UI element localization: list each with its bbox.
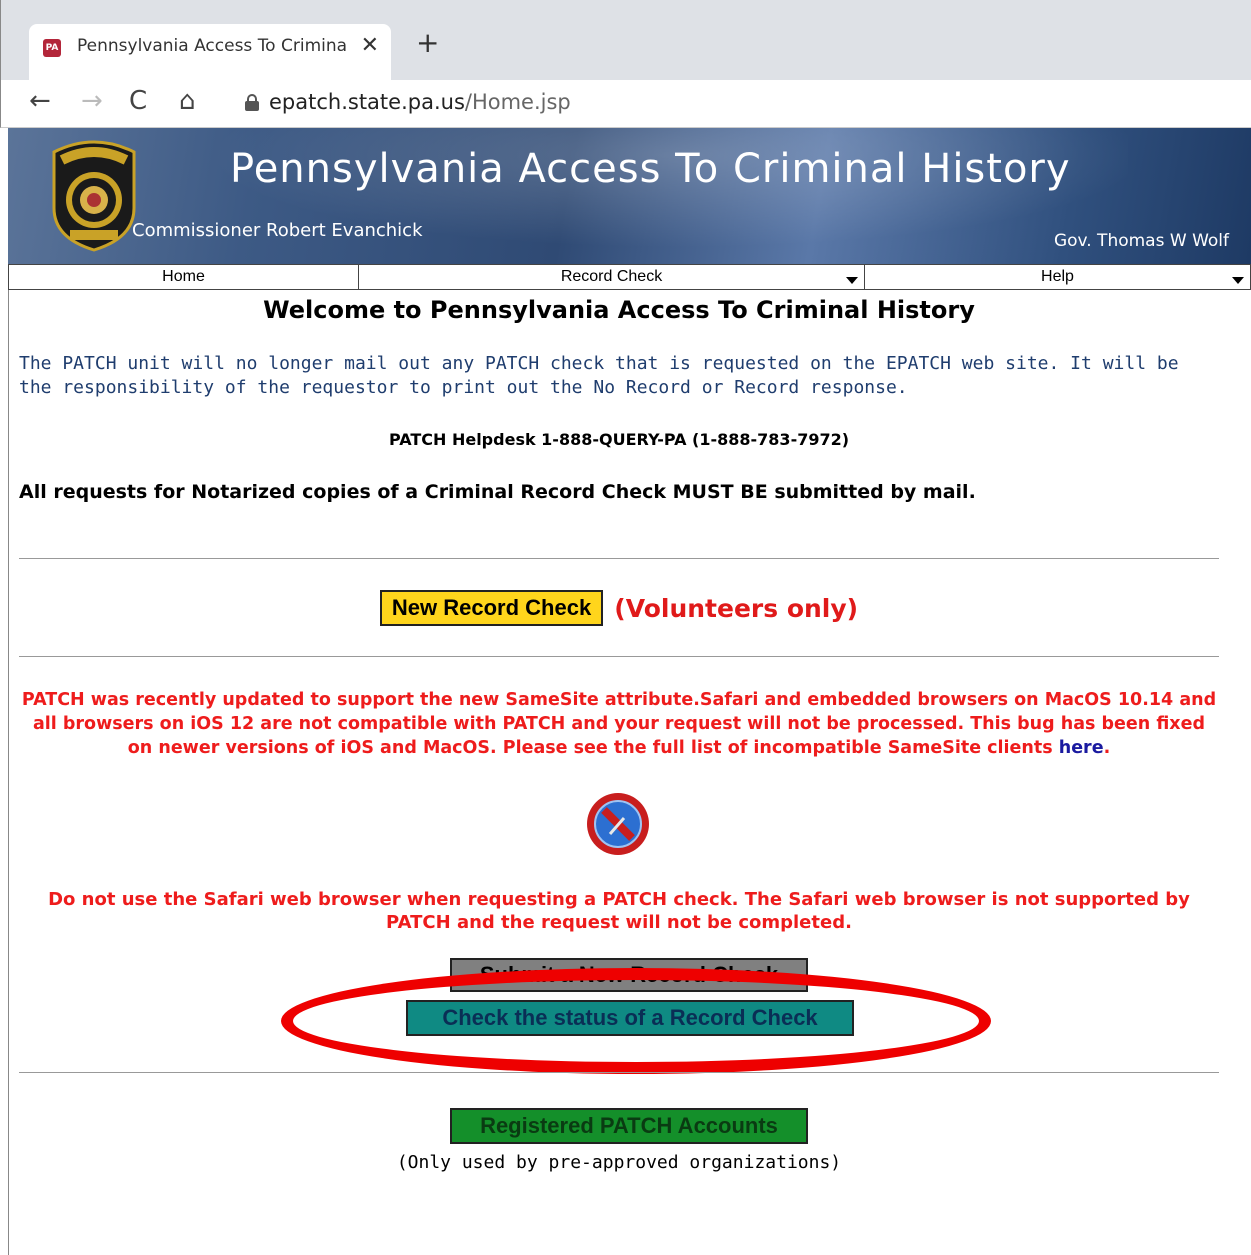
pa-favicon-icon: PA [43,39,61,57]
registered-accounts-button[interactable]: Registered PATCH Accounts [450,1108,808,1144]
tab-title: Pennsylvania Access To Criminal [77,36,347,56]
main-menu: Home Record Check Help [8,264,1251,290]
url-field[interactable]: epatch.state.pa.us/Home.jsp [269,90,571,114]
divider [19,1072,1219,1073]
url-path: /Home.jsp [464,90,571,114]
menu-item-home[interactable]: Home [9,265,359,289]
url-domain: epatch.state.pa.us [269,90,465,114]
commissioner-name: Commissioner Robert Evanchick [132,220,423,241]
menu-item-label: Home [162,268,205,285]
registered-note: (Only used by pre-approved organizations… [396,1152,842,1173]
samesite-here-link[interactable]: here [1059,738,1104,758]
state-police-seal-icon [52,140,136,252]
new-tab-button[interactable]: + [416,26,439,59]
no-safari-icon [587,793,649,855]
browser-tab[interactable]: PA Pennsylvania Access To Criminal ✕ [29,24,391,80]
page-title: Welcome to Pennsylvania Access To Crimin… [263,296,975,324]
dropdown-arrow-icon [846,277,858,284]
back-button[interactable]: ← [29,86,51,116]
divider [19,656,1219,657]
browser-tab-bar: PA Pennsylvania Access To Criminal ✕ + [0,0,1251,80]
notarized-notice: All requests for Notarized copies of a C… [19,481,976,503]
check-status-button[interactable]: Check the status of a Record Check [406,1000,854,1036]
submit-new-record-check-button[interactable]: Submit a New Record Check [450,958,808,992]
mail-notice: The PATCH unit will no longer mail out a… [19,353,1179,398]
menu-item-record-check[interactable]: Record Check [359,265,865,289]
site-banner: Pennsylvania Access To Criminal History … [8,128,1251,264]
forward-button[interactable]: → [81,86,103,116]
menu-item-help[interactable]: Help [865,265,1250,289]
lock-icon[interactable] [245,94,259,111]
menu-item-label: Record Check [560,268,663,285]
new-record-check-button[interactable]: New Record Check [379,590,604,626]
address-bar: ← → C ⌂ epatch.state.pa.us/Home.jsp [0,80,1251,128]
reload-button[interactable]: C [129,86,147,116]
samesite-warning: PATCH was recently updated to support th… [19,688,1219,760]
dropdown-arrow-icon [1232,277,1244,284]
safari-warning: Do not use the Safari web browser when r… [48,889,1190,933]
volunteers-only-label: (Volunteers only) [614,593,859,623]
banner-title: Pennsylvania Access To Criminal History [230,146,1071,192]
main-content: Welcome to Pennsylvania Access To Crimin… [8,290,1251,1255]
samesite-end: . [1103,738,1111,758]
divider [19,558,1219,559]
menu-item-label: Help [1041,268,1074,285]
tab-close-icon[interactable]: ✕ [361,33,379,58]
samesite-text: PATCH was recently updated to support th… [21,690,1217,758]
helpdesk-phone: PATCH Helpdesk 1-888-QUERY-PA (1-888-783… [388,430,850,449]
new-check-row: New Record Check (Volunteers only) [9,590,1229,626]
governor-name: Gov. Thomas W Wolf [1053,231,1229,251]
home-button[interactable]: ⌂ [179,86,196,116]
